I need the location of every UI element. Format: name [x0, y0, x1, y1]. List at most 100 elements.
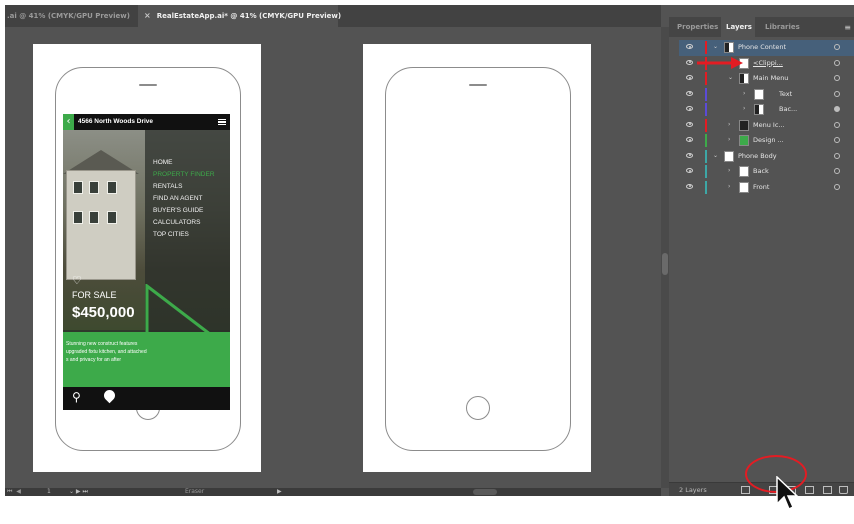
artboard-2[interactable] [363, 44, 591, 472]
artboard-number[interactable]: 1 [47, 488, 51, 496]
target-circle-icon[interactable] [834, 152, 840, 159]
chevron-right-icon[interactable]: › [743, 90, 745, 97]
eye-icon[interactable] [686, 90, 693, 96]
layer-name: Main Menu [753, 74, 789, 82]
panel-menu-icon[interactable]: ≡ [844, 23, 851, 32]
layers-panel: Properties Layers Libraries ≡ ⌄ Phone Co… [669, 5, 854, 496]
layer-row-phone-body[interactable]: ⌄ Phone Body [679, 149, 854, 165]
app-bottom-bar: ⚲ [63, 387, 230, 410]
target-circle-icon[interactable] [834, 75, 840, 81]
layer-row-text[interactable]: › Text [679, 87, 854, 103]
layer-name: Back [753, 167, 769, 175]
panel-tabs: Properties Layers Libraries [669, 17, 854, 37]
layer-thumbnail [739, 166, 749, 177]
target-circle-icon[interactable] [834, 137, 840, 143]
house-window [107, 181, 117, 194]
chevron-right-icon[interactable]: › [728, 136, 730, 143]
target-circle-icon[interactable] [834, 59, 840, 66]
phone-outline [385, 67, 571, 451]
nav-item-top-cities[interactable]: TOP CITIES [153, 229, 215, 241]
layer-row-front[interactable]: › Front [679, 180, 854, 196]
layer-color-bar [705, 87, 707, 101]
document-tab-active-label: RealEstateApp.ai* @ 41% (CMYK/GPU Previe… [156, 12, 342, 20]
eye-icon[interactable] [686, 59, 693, 65]
layer-thumbnail [739, 135, 749, 146]
layer-color-bar [705, 72, 707, 85]
eye-icon[interactable] [686, 106, 693, 111]
nav-item-find-an-agent[interactable]: FIND AN AGENT [153, 193, 215, 205]
nav-item-property-finder[interactable]: PROPERTY FINDER [153, 169, 215, 181]
phone-speaker [469, 84, 487, 86]
layer-name: Phone Content [738, 43, 787, 51]
document-tab-bar: .ai @ 41% (CMYK/GPU Preview) × RealEstate… [5, 5, 661, 27]
layer-row-menu-icons[interactable]: › Menu Ic... [679, 118, 854, 134]
chevron-right-icon[interactable]: › [728, 183, 730, 190]
eye-icon[interactable] [686, 168, 693, 173]
chevron-down-icon[interactable]: ⌄ [713, 43, 718, 50]
layer-color-bar [705, 41, 707, 54]
eye-icon[interactable] [686, 121, 693, 127]
layer-name: Phone Body [738, 151, 777, 160]
document-tab-active[interactable]: × RealEstateApp.ai* @ 41% (CMYK/GPU Previ… [138, 5, 342, 27]
location-pin-icon[interactable] [101, 387, 118, 404]
layer-row-main-menu[interactable]: ⌄ Main Menu [679, 71, 854, 87]
layer-count: 2 Layers [679, 486, 707, 494]
target-circle-icon[interactable] [834, 183, 840, 190]
create-new-layer-icon[interactable] [805, 486, 814, 494]
locate-object-icon[interactable] [741, 486, 750, 494]
chevron-right-icon[interactable]: › [743, 105, 745, 112]
house [66, 170, 136, 280]
tab-properties[interactable]: Properties [673, 17, 719, 37]
illustrator-workspace: .ai @ 41% (CMYK/GPU Preview) × RealEstate… [5, 5, 854, 496]
trash-icon[interactable] [839, 486, 848, 494]
eye-icon[interactable] [686, 183, 693, 189]
listing-price: $450,000 [72, 304, 135, 321]
layer-thumbnail [754, 104, 764, 115]
up-arrow-shape [145, 284, 228, 402]
nav-item-home[interactable]: HOME [153, 157, 215, 169]
nav-item-calculators[interactable]: CALCULATORS [153, 217, 215, 229]
hamburger-menu-icon[interactable] [218, 119, 226, 125]
chevron-down-icon[interactable]: ⌄ [713, 152, 718, 159]
canvas[interactable]: ‹ 4566 North Woods Drive HOME PROPERTY F… [5, 27, 661, 488]
target-circle-icon[interactable] [834, 106, 840, 112]
target-circle-icon[interactable] [834, 44, 840, 50]
app-nav-menu: HOME PROPERTY FINDER RENTALS FIND AN AGE… [153, 157, 215, 241]
target-circle-icon[interactable] [834, 168, 840, 174]
layer-row-phone-content[interactable]: ⌄ Phone Content [679, 40, 854, 56]
target-circle-icon[interactable] [834, 90, 840, 97]
layer-row-background[interactable]: › Bac... [679, 102, 854, 118]
chevron-right-icon[interactable]: › [728, 121, 730, 128]
app-header: ‹ 4566 North Woods Drive [63, 114, 230, 130]
artboard-1[interactable]: ‹ 4566 North Woods Drive HOME PROPERTY F… [33, 44, 261, 472]
house-window [73, 211, 83, 224]
back-chevron-icon[interactable]: ‹ [63, 114, 74, 130]
house-window [73, 181, 83, 194]
eye-icon[interactable] [686, 75, 693, 80]
vertical-scrollbar[interactable] [661, 27, 669, 488]
eye-icon[interactable] [686, 44, 693, 49]
close-tab-icon[interactable]: × [144, 11, 151, 20]
tab-layers[interactable]: Layers [721, 17, 755, 37]
tab-libraries[interactable]: Libraries [761, 17, 805, 37]
layer-name: Text [779, 89, 793, 98]
artboard-prev-buttons[interactable]: ⏮ ◀ [7, 488, 22, 496]
nav-item-rentals[interactable]: RENTALS [153, 181, 215, 193]
new-layer-icon[interactable] [823, 486, 832, 494]
status-menu-arrow[interactable]: ▶ [277, 488, 282, 496]
artboard-next-buttons[interactable]: ⌄ ▶ ⏭ [69, 488, 88, 496]
layer-row-back[interactable]: › Back [679, 164, 854, 180]
eye-icon[interactable] [686, 152, 693, 158]
app-screen[interactable]: ‹ 4566 North Woods Drive HOME PROPERTY F… [63, 114, 230, 410]
search-icon[interactable]: ⚲ [72, 390, 81, 404]
layer-row-design[interactable]: › Design ... [679, 133, 854, 149]
chevron-down-icon[interactable]: ⌄ [728, 74, 733, 81]
vertical-scroll-thumb[interactable] [662, 253, 668, 275]
target-circle-icon[interactable] [834, 121, 840, 128]
document-tab-1[interactable]: .ai @ 41% (CMYK/GPU Preview) [5, 5, 135, 27]
heart-icon[interactable]: ♡ [72, 274, 82, 287]
chevron-right-icon[interactable]: › [728, 167, 730, 174]
nav-item-buyers-guide[interactable]: BUYER'S GUIDE [153, 205, 215, 217]
layer-thumbnail [739, 73, 749, 84]
eye-icon[interactable] [686, 137, 693, 142]
